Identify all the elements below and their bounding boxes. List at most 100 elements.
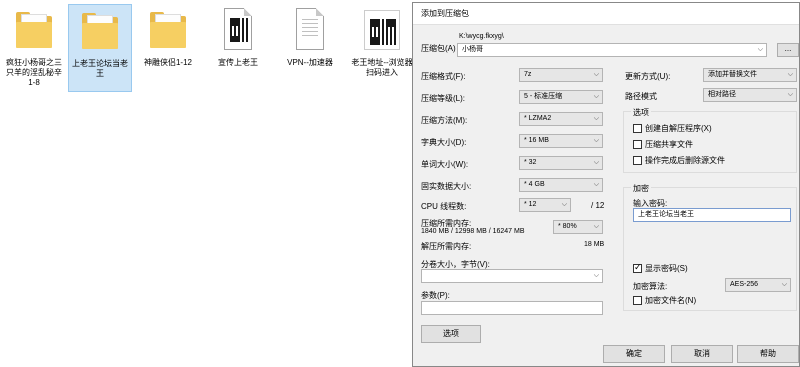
params-input[interactable] bbox=[421, 301, 603, 315]
document-icon bbox=[290, 8, 330, 54]
cpu-threads-select[interactable]: * 12 ⌵ bbox=[519, 198, 571, 212]
folder-icon bbox=[80, 9, 120, 55]
dictionary-label: 字典大小(D): bbox=[421, 138, 467, 147]
solid-block-select[interactable]: * 4 GB ⌵ bbox=[519, 178, 603, 192]
chevron-down-icon: ⌵ bbox=[593, 115, 599, 122]
file-label: 宣传上老王 bbox=[218, 58, 258, 67]
password-value: 上老王论坛当老王 bbox=[638, 211, 694, 218]
level-select[interactable]: 5 - 标准压缩 ⌵ bbox=[519, 90, 603, 104]
add-to-archive-dialog: 添加到压缩包 压缩包(A) K:\wycg.fkxyg\ 小杨哥 ⌵ ... 压… bbox=[412, 2, 800, 367]
decompress-memory-value: 18 MB bbox=[584, 241, 605, 248]
format-value: 7z bbox=[524, 71, 532, 78]
image-file-item[interactable]: 老王地址--浏览器扫码进入 bbox=[350, 4, 414, 92]
help-button[interactable]: 帮助 bbox=[737, 345, 799, 363]
cancel-button[interactable]: 取消 bbox=[671, 345, 733, 363]
word-size-value: * 32 bbox=[524, 159, 537, 166]
folder-label: 上老王论坛当老王 bbox=[72, 59, 128, 78]
update-mode-select[interactable]: 添加并替换文件 ⌵ bbox=[703, 68, 797, 82]
format-label: 压缩格式(F): bbox=[421, 72, 466, 81]
path-mode-value: 相对路径 bbox=[708, 91, 736, 98]
archive-name-value: 小杨哥 bbox=[462, 46, 483, 53]
dialog-title: 添加到压缩包 bbox=[421, 9, 469, 18]
ok-button[interactable]: 确定 bbox=[603, 345, 665, 363]
update-mode-value: 添加并替换文件 bbox=[708, 71, 757, 78]
browse-button[interactable]: ... bbox=[777, 43, 799, 57]
cpu-threads-max: / 12 bbox=[591, 201, 605, 210]
checkbox-box bbox=[633, 156, 642, 165]
encryption-method-select[interactable]: AES-256 ⌵ bbox=[725, 278, 791, 292]
encryption-method-label: 加密算法: bbox=[633, 282, 668, 291]
file-label: VPN--加速器 bbox=[287, 58, 333, 67]
file-label: 老王地址--浏览器扫码进入 bbox=[351, 58, 413, 77]
encryption-method-value: AES-256 bbox=[730, 281, 759, 288]
image-file-item[interactable]: 宣传上老王 bbox=[206, 4, 270, 92]
delete-after-checkbox[interactable]: 操作完成后删除源文件 bbox=[633, 155, 725, 166]
archive-label: 压缩包(A) bbox=[421, 44, 456, 53]
chevron-down-icon: ⌵ bbox=[593, 223, 599, 230]
password-input[interactable]: 上老王论坛当老王 bbox=[633, 208, 791, 222]
archive-name-combobox[interactable]: 小杨哥 ⌵ bbox=[457, 43, 767, 57]
chevron-down-icon: ⌵ bbox=[593, 181, 599, 188]
chevron-down-icon: ⌵ bbox=[781, 281, 787, 288]
path-mode-label: 路径模式 bbox=[625, 92, 657, 101]
show-password-checkbox[interactable]: 显示密码(S) bbox=[633, 262, 688, 274]
method-value: * LZMA2 bbox=[524, 115, 552, 122]
format-select[interactable]: 7z ⌵ bbox=[519, 68, 603, 82]
memory-detail: 1840 MB / 12998 MB / 16247 MB bbox=[421, 228, 525, 235]
document-file-item[interactable]: VPN--加速器 bbox=[278, 4, 342, 92]
chevron-down-icon: ⌵ bbox=[593, 93, 599, 100]
create-sfx-checkbox[interactable]: 创建自解压程序(X) bbox=[633, 123, 712, 134]
folder-label: 神雕侠侣1-12 bbox=[143, 58, 192, 67]
update-mode-label: 更新方式(U): bbox=[625, 72, 671, 81]
encrypt-filenames-checkbox[interactable]: 加密文件名(N) bbox=[633, 295, 696, 306]
create-sfx-label: 创建自解压程序(X) bbox=[645, 124, 712, 133]
folder-icon bbox=[14, 8, 54, 54]
level-label: 压缩等级(L): bbox=[421, 94, 465, 103]
folder-icon bbox=[148, 8, 188, 54]
checkbox-box-checked bbox=[633, 262, 642, 273]
params-label: 参数(P): bbox=[421, 291, 450, 300]
desktop-area: 疯狂小杨哥之三只羊的淫乱秘辛1-8 上老王论坛当老王 神雕侠侣1-12 宣传上老… bbox=[0, 0, 414, 367]
compress-shared-label: 压缩共享文件 bbox=[645, 140, 693, 149]
memory-percent-value: * 80% bbox=[558, 223, 577, 230]
chevron-down-icon: ⌵ bbox=[593, 71, 599, 78]
folder-item[interactable]: 疯狂小杨哥之三只羊的淫乱秘辛1-8 bbox=[2, 4, 66, 92]
checkbox-box bbox=[633, 140, 642, 149]
encryption-group-title: 加密 bbox=[631, 183, 651, 194]
dialog-titlebar: 添加到压缩包 bbox=[413, 3, 799, 25]
encrypt-filenames-label: 加密文件名(N) bbox=[645, 296, 697, 305]
chevron-down-icon: ⌵ bbox=[787, 91, 793, 98]
word-size-select[interactable]: * 32 ⌵ bbox=[519, 156, 603, 170]
chevron-down-icon: ⌵ bbox=[787, 71, 793, 78]
method-select[interactable]: * LZMA2 ⌵ bbox=[519, 112, 603, 126]
delete-after-label: 操作完成后删除源文件 bbox=[645, 156, 725, 165]
volume-size-combobox[interactable]: ⌵ bbox=[421, 269, 603, 283]
decompress-memory-label: 解压所需内存: bbox=[421, 242, 472, 251]
qr-image-icon bbox=[218, 8, 258, 54]
word-size-label: 单词大小(W): bbox=[421, 160, 469, 169]
chevron-down-icon: ⌵ bbox=[561, 201, 567, 208]
chevron-down-icon: ⌵ bbox=[593, 272, 599, 279]
path-mode-select[interactable]: 相对路径 ⌵ bbox=[703, 88, 797, 102]
method-label: 压缩方法(M): bbox=[421, 116, 468, 125]
options-group-title: 选项 bbox=[631, 107, 651, 118]
folder-label: 疯狂小杨哥之三只羊的淫乱秘辛1-8 bbox=[6, 58, 62, 87]
options-button[interactable]: 选项 bbox=[421, 325, 481, 343]
cpu-threads-value: * 12 bbox=[524, 201, 537, 208]
dictionary-select[interactable]: * 16 MB ⌵ bbox=[519, 134, 603, 148]
level-value: 5 - 标准压缩 bbox=[524, 93, 563, 100]
archive-path: K:\wycg.fkxyg\ bbox=[459, 33, 504, 40]
qr-image-icon bbox=[362, 8, 402, 54]
folder-item-selected[interactable]: 上老王论坛当老王 bbox=[68, 4, 132, 92]
solid-block-label: 固实数据大小: bbox=[421, 182, 472, 191]
memory-percent-select[interactable]: * 80% ⌵ bbox=[553, 220, 603, 234]
checkbox-box bbox=[633, 296, 642, 305]
solid-block-value: * 4 GB bbox=[524, 181, 545, 188]
show-password-label: 显示密码(S) bbox=[645, 264, 688, 273]
folder-item[interactable]: 神雕侠侣1-12 bbox=[136, 4, 200, 92]
chevron-down-icon: ⌵ bbox=[757, 46, 763, 53]
chevron-down-icon: ⌵ bbox=[593, 137, 599, 144]
dictionary-value: * 16 MB bbox=[524, 137, 549, 144]
compress-shared-checkbox[interactable]: 压缩共享文件 bbox=[633, 139, 693, 150]
checkbox-box bbox=[633, 124, 642, 133]
